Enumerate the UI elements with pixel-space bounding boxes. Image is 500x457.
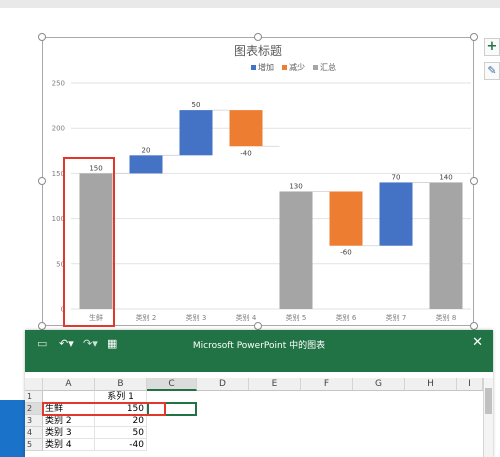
bar-total[interactable] [79,173,113,309]
row-header[interactable]: 3 [25,415,43,427]
x-tick-label: 类别 8 [436,313,457,322]
resize-handle-tl[interactable] [38,33,46,41]
close-icon[interactable]: ✕ [472,335,483,350]
data-label: 70 [392,173,401,181]
bar-decrease[interactable] [229,110,263,147]
sheet-grid[interactable]: A B C D E F G H I 1 系列 1 2 生鲜 150 3 类别 2… [25,378,493,457]
column-header-b[interactable]: B [95,378,147,391]
bar-increase[interactable] [179,110,213,156]
column-header-a[interactable]: A [43,378,95,391]
x-tick-label: 类别 7 [386,313,407,322]
chart-data-window[interactable]: ▭ ↶▾ ↷▾ ▦ Microsoft PowerPoint 中的图表 ✕ A … [25,330,493,457]
cell-a1[interactable] [43,391,95,403]
cell-b5[interactable]: -40 [95,439,147,451]
row-header[interactable]: 2 [25,403,43,415]
plot-area[interactable]: 0 50 100 150 200 250 150 生鲜 20 类别 2 50 类别 3 -40 类别 4 1… [43,38,475,327]
cell-b3[interactable]: 20 [95,415,147,427]
column-header-f[interactable]: F [301,378,353,391]
column-header-e[interactable]: E [249,378,301,391]
window-title: Microsoft PowerPoint 中的图表 [192,341,326,351]
cell-a3[interactable]: 类别 2 [43,415,95,427]
cell-c2-selected[interactable] [147,402,197,416]
x-tick-label: 类别 5 [286,313,307,322]
resize-handle-ml[interactable] [38,177,46,185]
resize-handle-bc[interactable] [254,322,262,330]
slide-background-top [0,0,500,8]
taskbar-edge [0,400,25,457]
bar-increase[interactable] [379,182,413,246]
cell-b2[interactable]: 150 [95,403,147,415]
row-header[interactable]: 5 [25,439,43,451]
resize-handle-tr[interactable] [470,33,478,41]
x-tick-label: 类别 6 [336,313,357,322]
vertical-scrollbar[interactable] [483,378,493,457]
x-tick-label: 类别 3 [186,313,207,322]
x-tick-label: 类别 2 [136,313,157,322]
y-tick-label: 150 [52,170,65,178]
window-titlebar[interactable]: ▭ ↶▾ ↷▾ ▦ Microsoft PowerPoint 中的图表 ✕ [25,330,493,372]
row-header[interactable]: 1 [25,391,43,403]
data-label: 150 [89,164,102,172]
data-label: 130 [289,182,302,190]
resize-handle-tc[interactable] [254,33,262,41]
chart-elements-icon[interactable]: + [484,38,500,56]
data-label: 50 [192,101,201,109]
row-header[interactable]: 4 [25,427,43,439]
resize-handle-br[interactable] [470,322,478,330]
resize-handle-mr[interactable] [470,177,478,185]
bar-decrease[interactable] [329,191,363,246]
data-label: -60 [340,249,351,257]
y-tick-label: 200 [52,125,65,133]
corner-select-all[interactable] [25,378,43,391]
x-tick-label: 生鲜 [89,313,103,322]
scrollbar-thumb[interactable] [485,388,492,414]
chart-styles-icon[interactable]: ✎ [484,62,500,80]
bar-total[interactable] [279,191,313,309]
column-header-g[interactable]: G [353,378,405,391]
cell-a2[interactable]: 生鲜 [43,403,95,415]
bar-total[interactable] [429,182,463,309]
column-header-h[interactable]: H [405,378,457,391]
cell-a4[interactable]: 类别 3 [43,427,95,439]
chart-frame[interactable]: 图表标题 增加 减少 汇总 0 50 100 150 200 250 150 生鲜 20 类别 2… [42,37,474,326]
cell-b1[interactable]: 系列 1 [95,391,147,403]
cell-b4[interactable]: 50 [95,427,147,439]
data-label: 140 [439,173,452,181]
y-tick-label: 0 [61,306,65,314]
bar-increase[interactable] [129,155,163,174]
column-header-c[interactable]: C [147,378,197,391]
column-header-i[interactable]: I [457,378,483,391]
data-label: -40 [240,149,251,157]
data-label: 20 [142,146,151,154]
x-tick-label: 类别 4 [236,313,257,322]
resize-handle-bl[interactable] [38,322,46,330]
y-tick-label: 50 [56,260,65,268]
cell-a5[interactable]: 类别 4 [43,439,95,451]
y-tick-label: 250 [52,80,65,88]
y-tick-label: 100 [52,215,65,223]
column-header-d[interactable]: D [197,378,249,391]
